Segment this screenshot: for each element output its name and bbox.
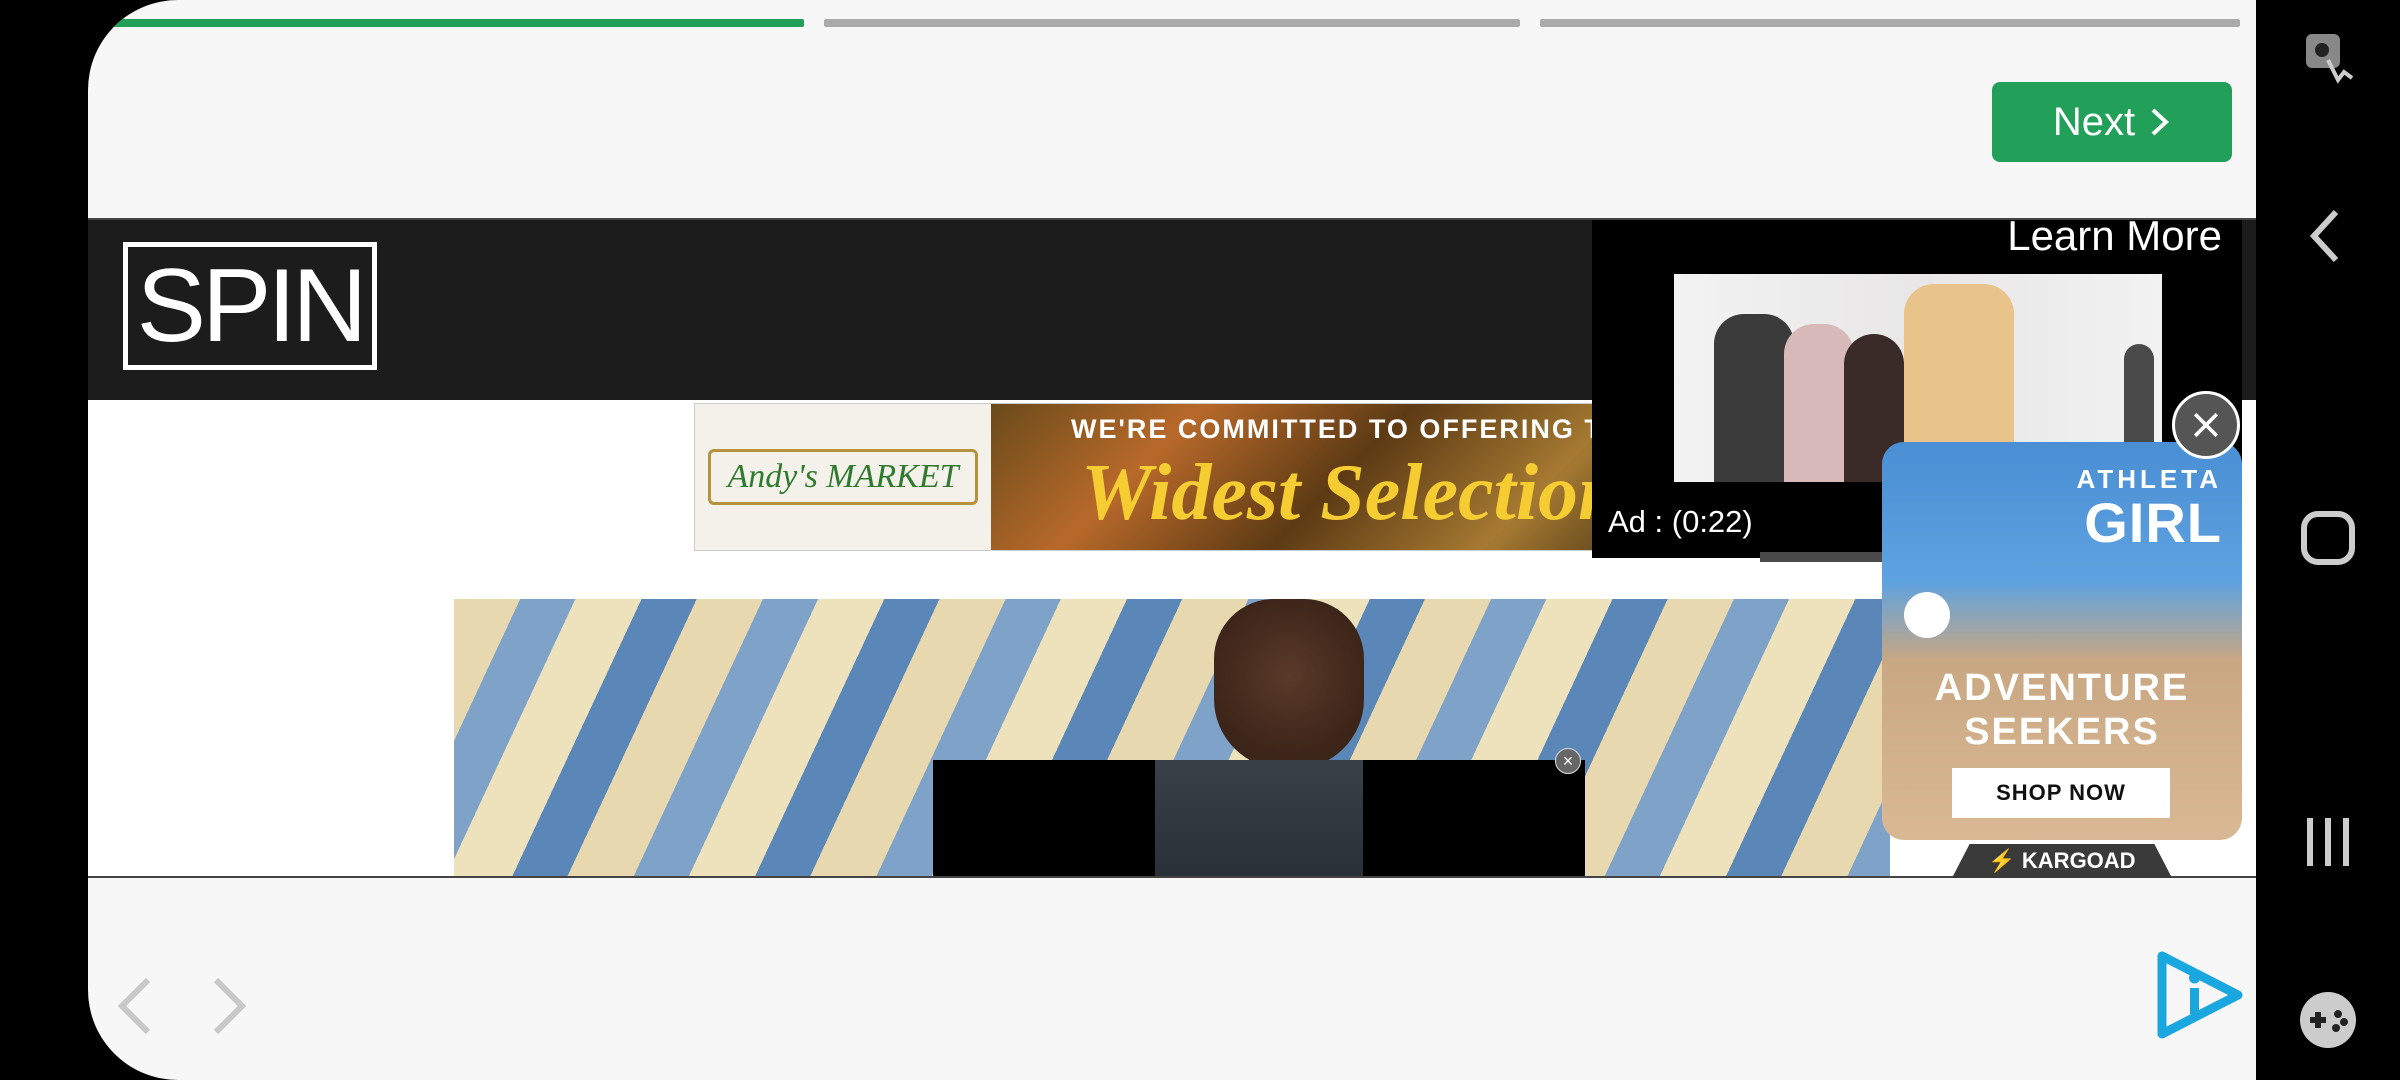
play-logo-icon[interactable] bbox=[2152, 950, 2248, 1040]
home-icon[interactable] bbox=[2292, 502, 2364, 574]
device-frame: Next SPIN Andy's MARKET WE'RE COMMITTED … bbox=[0, 0, 2400, 1080]
mini-close-icon[interactable]: × bbox=[1555, 748, 1581, 774]
ad-headline-line-1: ADVENTURE bbox=[1934, 667, 2190, 709]
athleta-ad-card[interactable]: ATHLETA GIRL ADVENTURE SEEKERS SHOP NOW bbox=[1882, 442, 2242, 840]
mini-video-ad[interactable]: × bbox=[933, 748, 1585, 876]
banner-line-2: Widest Selection bbox=[1081, 449, 1623, 537]
ad-headline-line-2: SEEKERS bbox=[1964, 711, 2160, 753]
next-button-label: Next bbox=[2052, 99, 2136, 144]
video-figure bbox=[1714, 314, 1794, 482]
learn-more-link[interactable]: Learn More bbox=[2007, 220, 2222, 260]
chevron-right-icon[interactable] bbox=[198, 966, 258, 1046]
banner-line-1: WE'RE COMMITTED TO OFFERING THE bbox=[1071, 414, 1645, 444]
kargo-ad[interactable]: ATHLETA GIRL ADVENTURE SEEKERS SHOP NOW … bbox=[1882, 442, 2242, 878]
back-icon[interactable] bbox=[2292, 200, 2364, 272]
progress-segment-1 bbox=[108, 19, 804, 27]
close-icon[interactable] bbox=[2172, 391, 2240, 459]
progress-segment-2 bbox=[824, 19, 1520, 27]
game-controller-icon[interactable] bbox=[2292, 984, 2364, 1056]
recents-icon[interactable] bbox=[2292, 806, 2364, 878]
chevron-right-icon bbox=[2151, 108, 2170, 136]
athleta-brand-bottom: GIRL bbox=[2084, 491, 2222, 554]
progress-segment-3 bbox=[1540, 19, 2240, 27]
spin-logo[interactable]: SPIN bbox=[123, 242, 377, 370]
mini-video-frame bbox=[1155, 760, 1363, 876]
next-button[interactable]: Next bbox=[1992, 82, 2232, 162]
andys-market-label: Andy's MARKET bbox=[708, 449, 978, 505]
hero-portrait bbox=[1214, 599, 1364, 769]
touch-icon[interactable] bbox=[2292, 20, 2364, 92]
shop-now-button[interactable]: SHOP NOW bbox=[1952, 768, 2170, 818]
ad-timer: Ad : (0:22) bbox=[1608, 504, 1753, 539]
andys-market-logo: Andy's MARKET bbox=[695, 404, 991, 550]
chevron-left-icon[interactable] bbox=[108, 966, 168, 1046]
ad-headline: ADVENTURE SEEKERS bbox=[1882, 666, 2242, 754]
volleyball-graphic bbox=[1904, 592, 1950, 638]
kargo-ad-badge: ⚡ KARGOAD bbox=[1952, 844, 2172, 878]
system-nav-bar bbox=[2256, 0, 2400, 1080]
